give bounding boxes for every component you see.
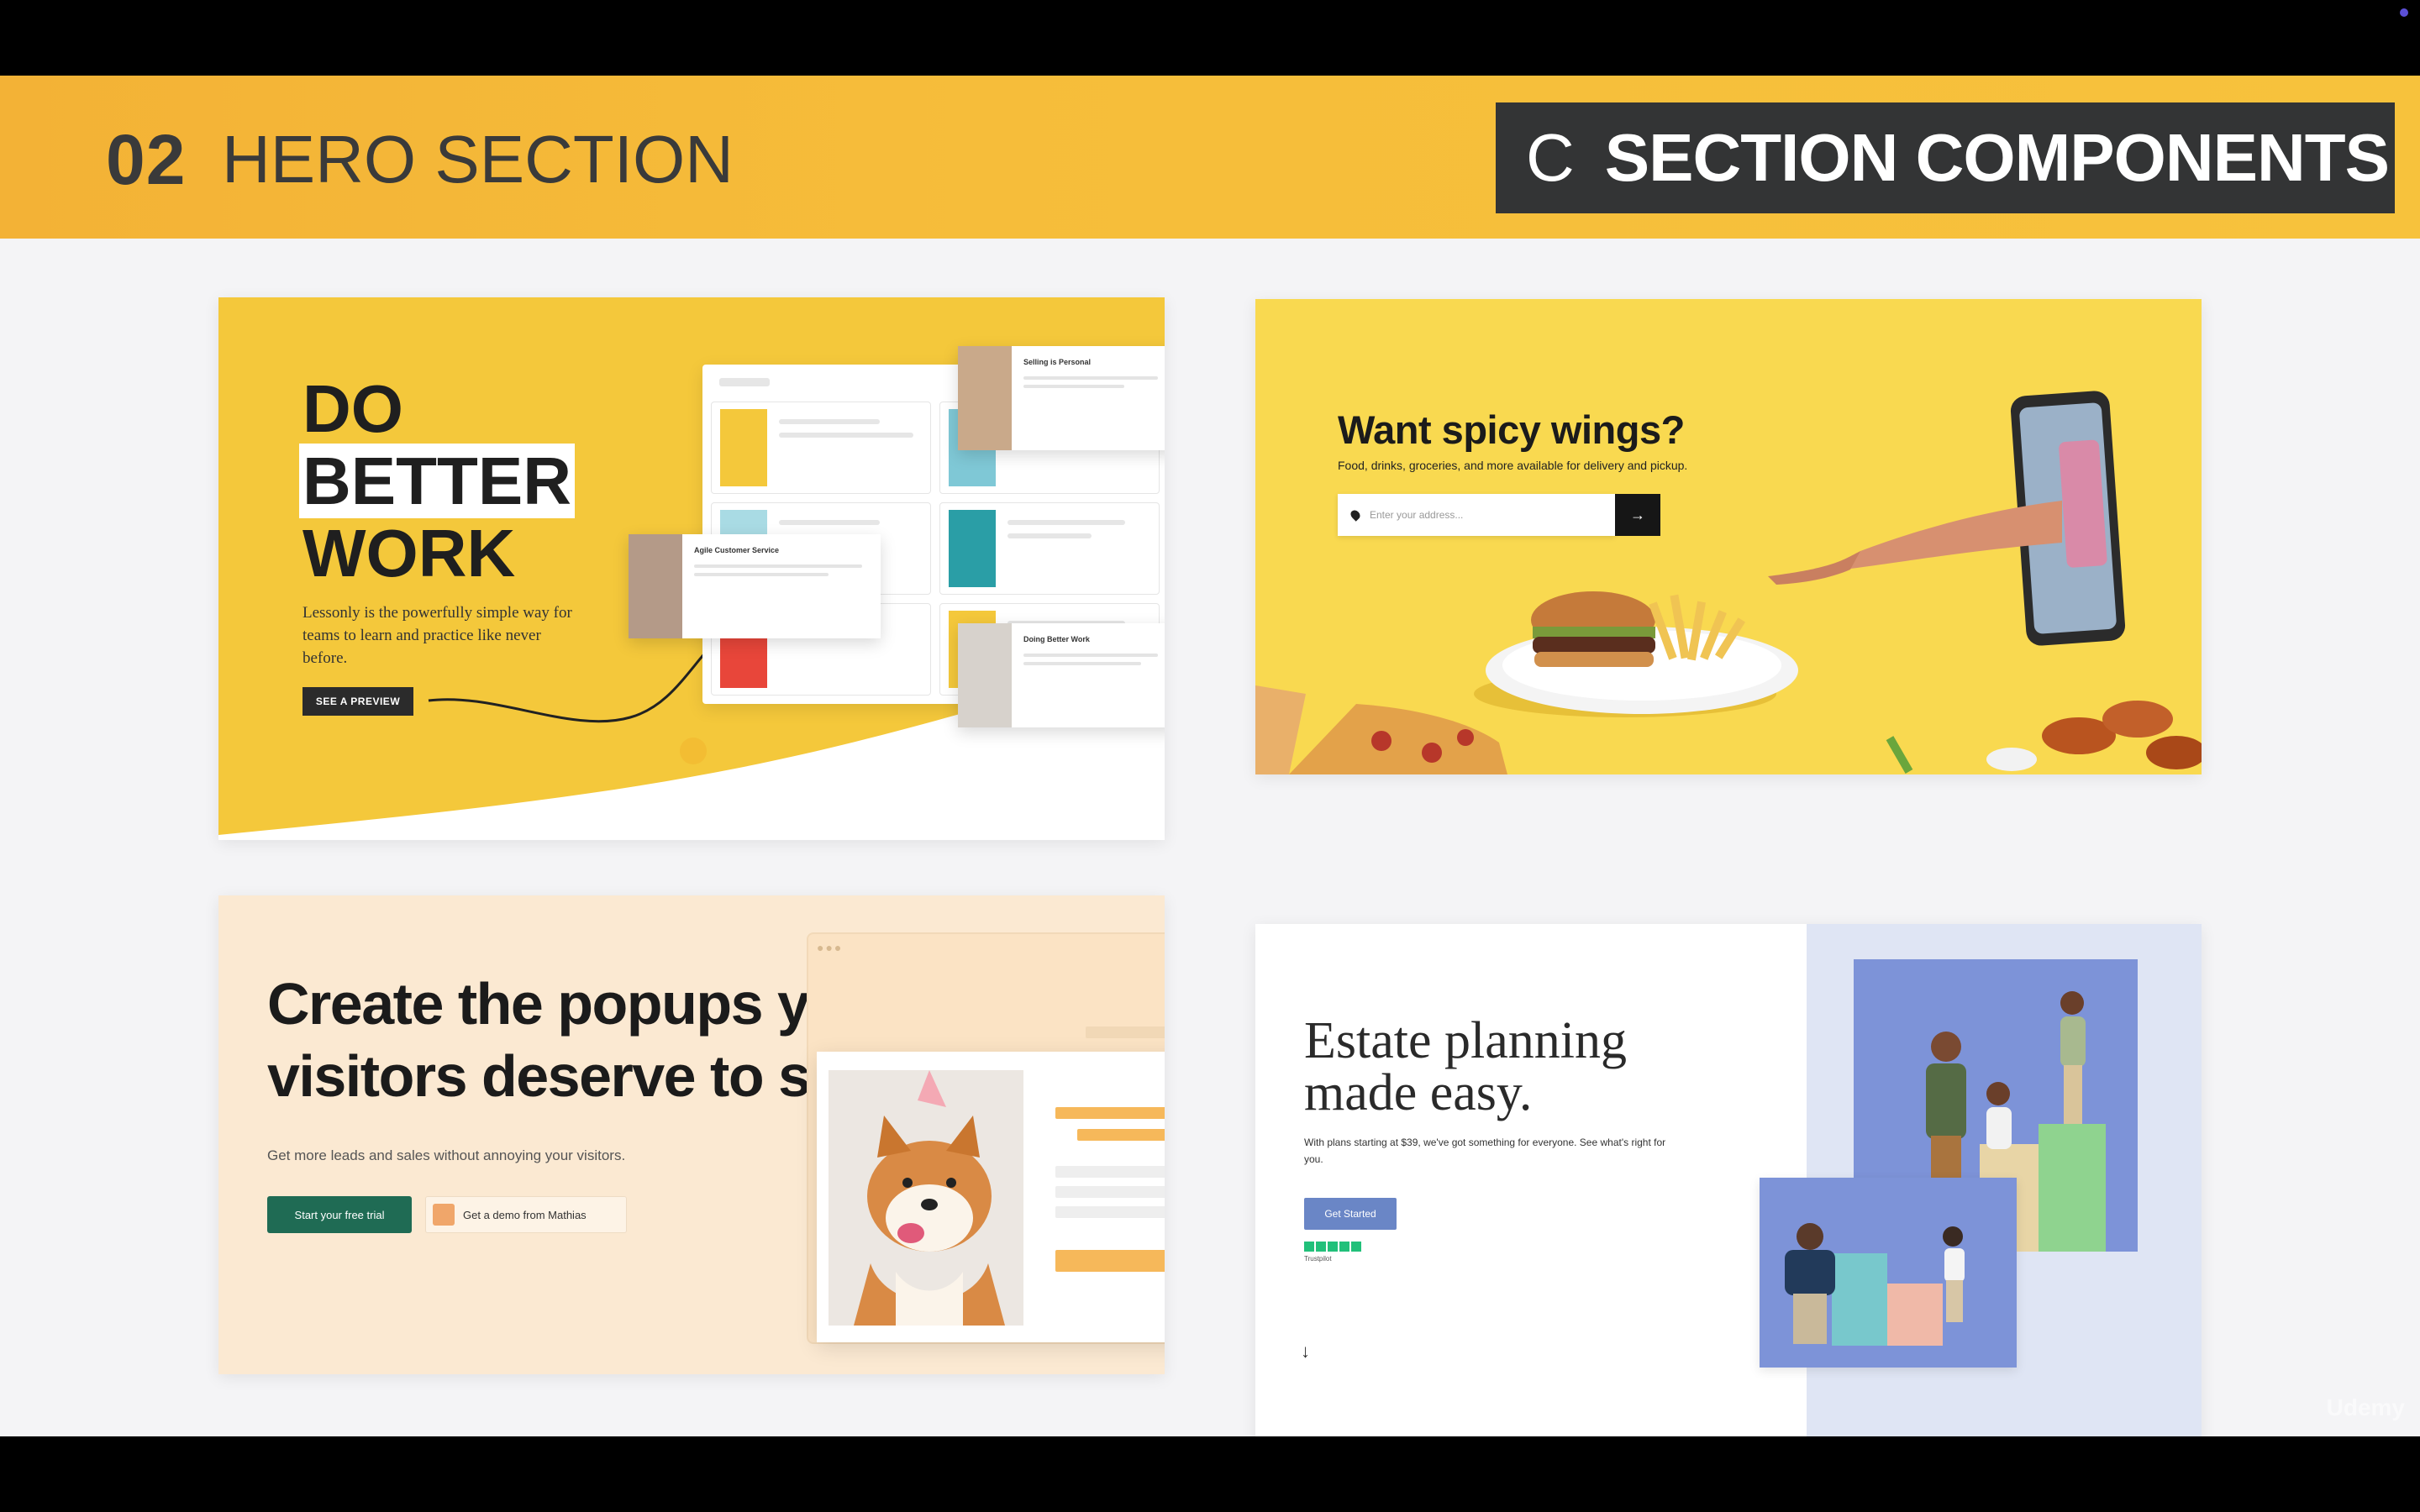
bottom-letterbox [0, 1436, 2420, 1512]
float-card-bottom: Doing Better Work [958, 623, 1165, 727]
badge-text: SECTION COMPONENTS [1604, 120, 2390, 195]
family-photo-2 [1760, 1178, 2017, 1368]
section-title: HERO SECTION [222, 122, 734, 197]
headline-line-2: visitors deserve to see [267, 1043, 874, 1109]
food-illustration [1255, 391, 2202, 774]
section-badge: C SECTION COMPONENTS [1496, 102, 2395, 213]
float-card-title: Agile Customer Service [694, 546, 780, 554]
get-started-button[interactable]: Get Started [1304, 1198, 1397, 1230]
headline-line-3: WORK [302, 516, 516, 591]
float-card-top: Selling is Personal [958, 346, 1165, 450]
section-number: 02 [106, 120, 187, 199]
headline-line-2: made easy. [1304, 1064, 1533, 1121]
start-trial-button[interactable]: Start your free trial [267, 1196, 412, 1233]
udemy-watermark: Udemy [2326, 1394, 2405, 1420]
popups-subtext: Get more leads and sales without annoyin… [267, 1147, 626, 1163]
estate-headline: Estate planning made easy. [1304, 1015, 1627, 1119]
scroll-down-arrow-icon[interactable]: ↓ [1301, 1341, 1310, 1362]
avatar [958, 623, 1012, 727]
float-card-title: Doing Better Work [1023, 635, 1090, 643]
demo-avatar-icon [433, 1204, 455, 1226]
window-dots-icon: ●●● [817, 941, 844, 954]
headline-line-2: BETTER [299, 444, 575, 518]
get-demo-label: Get a demo from Mathias [463, 1208, 587, 1221]
recording-indicator-icon [2400, 8, 2408, 17]
top-letterbox [0, 0, 2420, 76]
get-demo-button[interactable]: Get a demo from Mathias [425, 1196, 627, 1233]
lessonly-headline: DO BETTER WORK [299, 371, 575, 591]
mockup-row [711, 402, 931, 494]
avatar [629, 534, 682, 638]
float-card-middle: Agile Customer Service [629, 534, 881, 638]
estate-subtext: With plans starting at $39, we've got so… [1304, 1137, 1666, 1165]
slide: 02 HERO SECTION C SECTION COMPONENTS DO … [0, 76, 2420, 1436]
example-lessonly: DO BETTER WORK Lessonly is the powerfull… [218, 297, 1165, 840]
avatar [958, 346, 1012, 450]
headline-line-1: DO [302, 371, 403, 446]
see-preview-button[interactable]: SEE A PREVIEW [302, 687, 413, 716]
headline-line-1: Create the popups your [267, 971, 901, 1037]
header-band: 02 HERO SECTION C SECTION COMPONENTS [0, 76, 2420, 239]
popups-headline: Create the popups your visitors deserve … [267, 968, 901, 1112]
example-popups: Create the popups your visitors deserve … [218, 895, 1165, 1374]
example-food-delivery: Want spicy wings? Food, drinks, grocerie… [1255, 299, 2202, 774]
lessonly-subtext: Lessonly is the powerfully simple way fo… [302, 604, 572, 667]
trustpilot-stars-icon [1304, 1242, 1361, 1252]
mockup-row [939, 502, 1160, 595]
float-card-title: Selling is Personal [1023, 358, 1092, 366]
trustpilot-label: Trustpilot [1304, 1255, 1332, 1263]
headline-line-1: Estate planning [1304, 1012, 1627, 1069]
badge-letter: C [1526, 120, 1575, 195]
party-dog-image [829, 1070, 1023, 1326]
example-estate-planning: Estate planning made easy. With plans st… [1255, 924, 2202, 1436]
